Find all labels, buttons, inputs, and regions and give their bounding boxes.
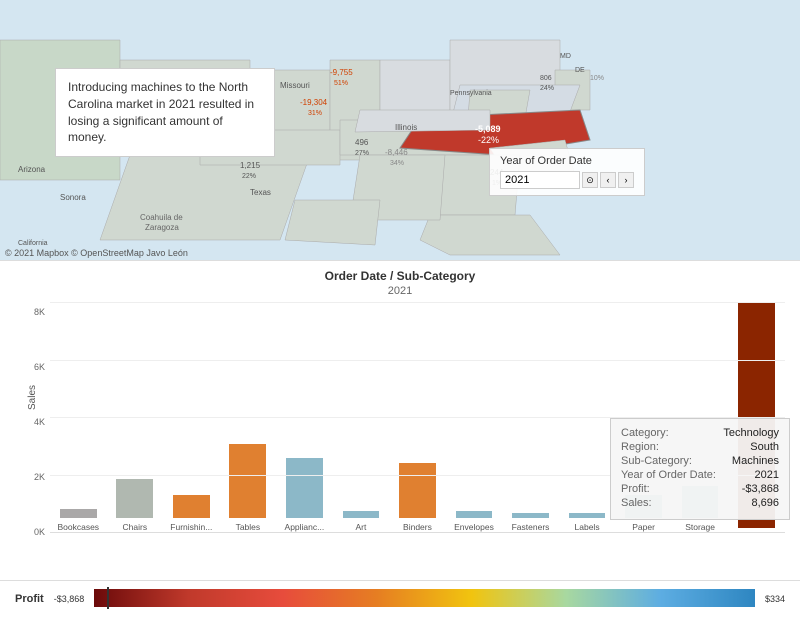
y-label-4k: 4K xyxy=(34,417,45,427)
bar-group[interactable]: Bookcases xyxy=(50,302,107,532)
year-prev-button[interactable]: ‹ xyxy=(600,172,616,188)
svg-text:24%: 24% xyxy=(540,85,554,92)
bar xyxy=(173,495,210,518)
chart-subtitle: 2021 xyxy=(15,285,785,297)
bar-label: Tables xyxy=(234,522,263,532)
bar xyxy=(60,509,97,518)
year-input[interactable] xyxy=(500,171,580,189)
year-filter: Year of Order Date ⊙ ‹ › xyxy=(489,148,645,196)
bar xyxy=(569,513,606,518)
profit-marker xyxy=(107,587,109,609)
bar-label: Storage xyxy=(683,522,717,532)
bar xyxy=(343,511,380,518)
bar-label: Applianc... xyxy=(283,522,327,532)
year-reset-button[interactable]: ⊙ xyxy=(582,172,598,188)
year-next-button[interactable]: › xyxy=(618,172,634,188)
tooltip-region-value: South xyxy=(750,441,779,453)
bar-group[interactable]: Binders xyxy=(389,302,446,532)
y-label-6k: 6K xyxy=(34,362,45,372)
bar-group[interactable]: Labels xyxy=(559,302,616,532)
svg-text:27%: 27% xyxy=(355,150,369,157)
bar-group[interactable]: Furnishin... xyxy=(163,302,220,532)
tooltip-year-value: 2021 xyxy=(755,469,779,481)
map-attribution: © 2021 Mapbox © OpenStreetMap Javo León xyxy=(5,248,188,258)
annotation-text: Introducing machines to the North Caroli… xyxy=(68,80,254,144)
bar xyxy=(286,458,323,518)
svg-text:496: 496 xyxy=(355,138,369,147)
bar xyxy=(116,479,153,518)
svg-text:MD: MD xyxy=(560,53,571,60)
tooltip-sales-label: Sales: xyxy=(621,497,652,509)
svg-text:806: 806 xyxy=(540,75,552,82)
tooltip-subcategory-label: Sub-Category: xyxy=(621,455,692,467)
bar-label: Chairs xyxy=(121,522,150,532)
y-label-0k: 0K xyxy=(34,527,45,537)
profit-bar-label: Profit xyxy=(15,593,44,605)
svg-text:California: California xyxy=(18,240,48,247)
year-filter-label: Year of Order Date xyxy=(500,155,634,167)
bar-label: Labels xyxy=(573,522,602,532)
bar xyxy=(456,511,493,518)
tooltip-category-value: Technology xyxy=(723,427,779,439)
profit-gradient-bar-wrapper xyxy=(94,589,755,609)
bar-label: Paper xyxy=(630,522,657,532)
svg-text:-5,089: -5,089 xyxy=(475,124,501,134)
bar-group[interactable]: Tables xyxy=(220,302,277,532)
bar-group[interactable]: Applianc... xyxy=(276,302,333,532)
tooltip-subcategory-value: Machines xyxy=(732,455,779,467)
map-section: Colorado Kansas Missouri Texas Chihuahua… xyxy=(0,0,800,260)
bar-label: Envelopes xyxy=(452,522,496,532)
svg-text:34%: 34% xyxy=(390,160,404,167)
tooltip-region-label: Region: xyxy=(621,441,659,453)
tooltip-profit-label: Profit: xyxy=(621,483,650,495)
svg-text:-9,755: -9,755 xyxy=(330,68,353,77)
tooltip: Category: Technology Region: South Sub-C… xyxy=(610,418,790,520)
annotation-box: Introducing machines to the North Caroli… xyxy=(55,68,275,157)
svg-text:Pennsylvania: Pennsylvania xyxy=(450,90,492,97)
bar-label: Fasteners xyxy=(510,522,552,532)
svg-text:10%: 10% xyxy=(590,75,604,82)
bar xyxy=(229,444,266,518)
chart-title: Order Date / Sub-Category xyxy=(15,269,785,283)
bar-label: Furnishin... xyxy=(168,522,214,532)
profit-max-label: $334 xyxy=(765,594,785,604)
bar-group[interactable]: Envelopes xyxy=(446,302,503,532)
tooltip-sales-value: 8,696 xyxy=(751,497,779,509)
svg-text:51%: 51% xyxy=(334,80,348,87)
svg-text:-22%: -22% xyxy=(478,135,499,145)
svg-text:Arizona: Arizona xyxy=(18,165,46,174)
svg-text:-19,304: -19,304 xyxy=(300,98,328,107)
tooltip-category-label: Category: xyxy=(621,427,669,439)
bar-group[interactable]: Fasteners xyxy=(502,302,559,532)
bar-group[interactable]: Chairs xyxy=(107,302,164,532)
svg-text:Sonora: Sonora xyxy=(60,193,86,202)
bar-label: Binders xyxy=(401,522,434,532)
svg-text:22%: 22% xyxy=(242,173,256,180)
svg-text:Coahuila de: Coahuila de xyxy=(140,213,183,222)
svg-text:DE: DE xyxy=(575,67,585,74)
svg-text:31%: 31% xyxy=(308,110,322,117)
svg-text:1,215: 1,215 xyxy=(240,161,261,170)
bar-label: Bookcases xyxy=(55,522,101,532)
bar-label: Art xyxy=(353,522,368,532)
y-label-2k: 2K xyxy=(34,472,45,482)
svg-text:-8,446: -8,446 xyxy=(385,148,408,157)
bar-group[interactable]: Art xyxy=(333,302,390,532)
svg-text:Illinois: Illinois xyxy=(395,123,417,132)
profit-min-label: -$3,868 xyxy=(54,594,85,604)
tooltip-profit-value: -$3,868 xyxy=(742,483,779,495)
profit-section: Profit -$3,868 $334 xyxy=(0,580,800,617)
svg-text:Zaragoza: Zaragoza xyxy=(145,223,179,232)
svg-text:Missouri: Missouri xyxy=(280,81,310,90)
sales-axis-label: Sales xyxy=(27,385,38,410)
svg-text:Texas: Texas xyxy=(250,188,271,197)
y-label-8k: 8K xyxy=(34,307,45,317)
tooltip-year-label: Year of Order Date: xyxy=(621,469,716,481)
bar xyxy=(399,463,436,518)
chart-section: Order Date / Sub-Category 2021 8K 6K 4K … xyxy=(0,260,800,580)
bar xyxy=(512,513,549,518)
